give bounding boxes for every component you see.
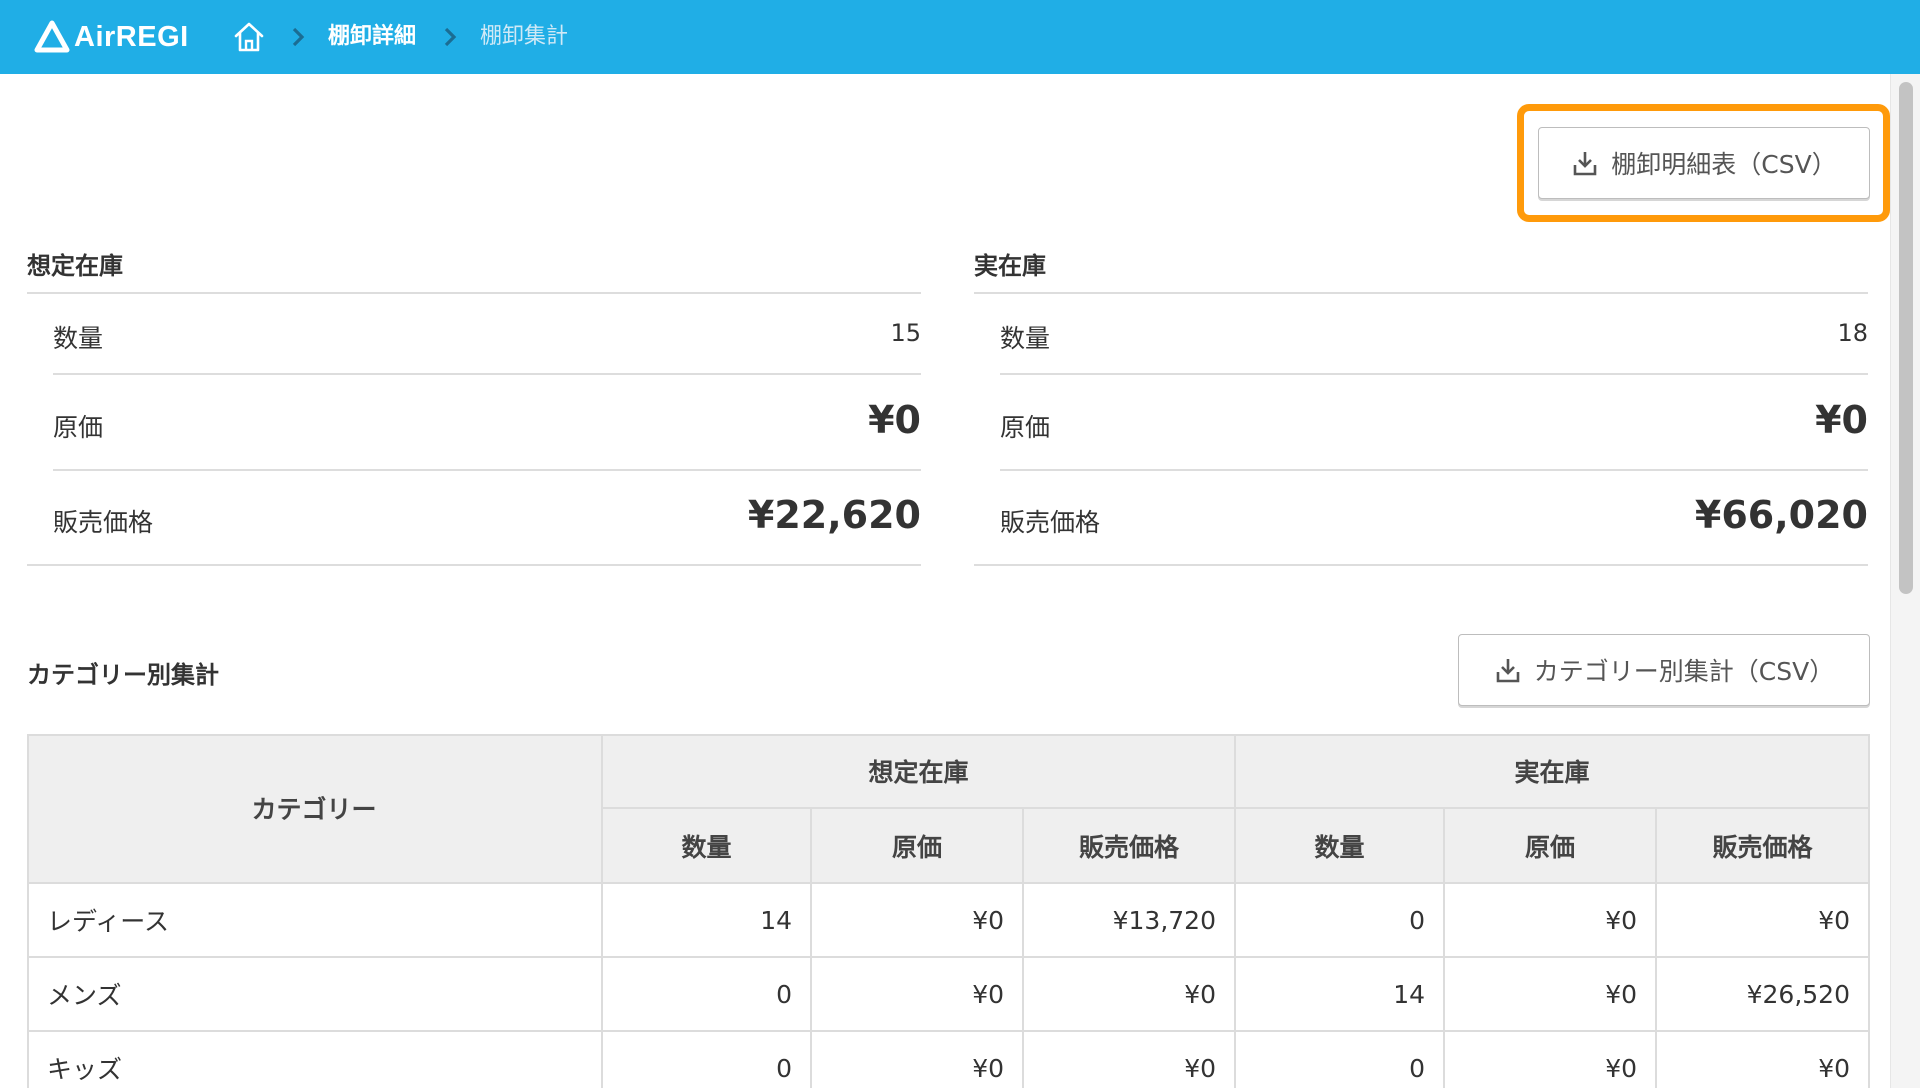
chevron-right-icon [444,27,457,47]
scrollbar-thumb[interactable] [1899,82,1913,594]
divider [53,469,921,471]
table-cell: 14 [603,884,812,958]
divider [27,564,921,566]
category-summary-title: カテゴリー別集計 [27,661,219,689]
table-cell: ¥0 [812,1032,1024,1088]
table-cell: ¥0 [1445,884,1657,958]
logo-triangle-icon [34,20,70,53]
sub-header-cost: 原価 [1445,809,1657,884]
table-cell: ¥0 [1445,958,1657,1032]
inventory-detail-csv-button[interactable]: 棚卸明細表（CSV） [1538,127,1870,199]
expected-price-label: 販売価格 [53,508,154,537]
inventory-detail-csv-label: 棚卸明細表（CSV） [1611,150,1837,179]
expected-cost-value: ¥0 [868,398,921,442]
actual-cost-label: 原価 [1000,413,1051,442]
table-cell: ¥0 [1657,1032,1870,1088]
chevron-right-icon [292,27,305,47]
actual-qty-label: 数量 [1000,324,1051,353]
group-header-actual: 実在庫 [1236,734,1870,809]
vertical-scrollbar[interactable] [1890,74,1920,1088]
table-row-category: レディース [27,884,603,958]
expected-stock-title: 想定在庫 [27,252,123,280]
col-header-category: カテゴリー [27,734,603,884]
actual-qty-value: 18 [1837,319,1868,347]
sub-header-qty: 数量 [603,809,812,884]
divider [1000,469,1868,471]
sub-header-qty: 数量 [1236,809,1445,884]
group-header-expected: 想定在庫 [603,734,1236,809]
divider [974,564,1868,566]
table-row-category: キッズ [27,1032,603,1088]
breadcrumb-inventory-summary: 棚卸集計 [480,24,569,49]
category-csv-button[interactable]: カテゴリー別集計（CSV） [1458,634,1870,706]
sub-header-price: 販売価格 [1024,809,1236,884]
table-cell: ¥0 [1657,884,1870,958]
table-cell: ¥0 [1445,1032,1657,1088]
breadcrumb-inventory-detail[interactable]: 棚卸詳細 [328,20,416,54]
sub-header-cost: 原価 [812,809,1024,884]
table-cell: ¥0 [812,884,1024,958]
table-cell: 0 [1236,884,1445,958]
download-icon [1573,152,1597,176]
category-csv-label: カテゴリー別集計（CSV） [1533,657,1835,686]
table-cell: ¥0 [812,958,1024,1032]
actual-price-label: 販売価格 [1000,508,1101,537]
download-icon [1496,659,1520,683]
table-cell: ¥0 [1024,1032,1236,1088]
table-cell: ¥0 [1024,958,1236,1032]
expected-price-value: ¥22,620 [747,493,921,537]
actual-price-value: ¥66,020 [1694,493,1868,537]
airregi-logo[interactable]: AirREGI [34,18,189,56]
divider [1000,373,1868,375]
table-cell: 0 [603,1032,812,1088]
expected-qty-label: 数量 [53,324,104,353]
divider [53,373,921,375]
divider [974,292,1868,294]
top-header: AirREGI 棚卸詳細 棚卸集計 [0,0,1920,74]
home-icon[interactable] [232,20,266,54]
divider [27,292,921,294]
table-cell: 14 [1236,958,1445,1032]
logo-text: AirREGI [74,20,189,53]
actual-stock-title: 実在庫 [974,252,1046,280]
table-cell: 0 [603,958,812,1032]
sub-header-price: 販売価格 [1657,809,1870,884]
actual-cost-value: ¥0 [1815,398,1868,442]
table-cell: 0 [1236,1032,1445,1088]
expected-qty-value: 15 [890,319,921,347]
table-row-category: メンズ [27,958,603,1032]
expected-cost-label: 原価 [53,413,104,442]
table-cell: ¥26,520 [1657,958,1870,1032]
table-cell: ¥13,720 [1024,884,1236,958]
